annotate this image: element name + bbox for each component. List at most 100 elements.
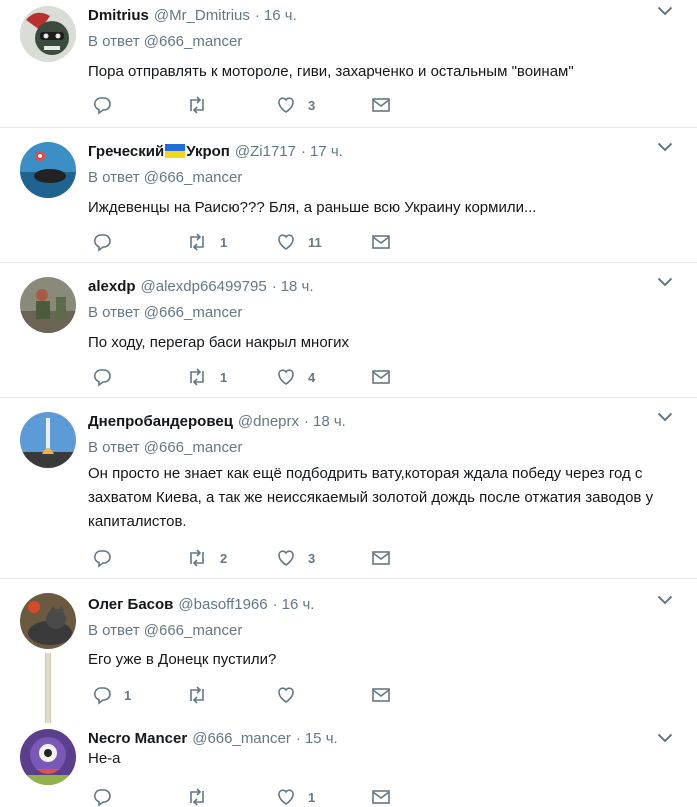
heart-icon: [278, 369, 294, 385]
reply-mention[interactable]: @666_mancer: [144, 33, 243, 50]
reply-button[interactable]: [92, 95, 124, 115]
like-button[interactable]: 3: [276, 548, 315, 568]
tweet[interactable]: Олег Басов @basoff1966 · 16 ч. В ответ @…: [0, 579, 697, 723]
chevron-down-icon[interactable]: [657, 6, 673, 16]
retweet-button[interactable]: 1: [186, 232, 227, 252]
timestamp[interactable]: 15 ч.: [305, 730, 338, 747]
avatar[interactable]: [20, 729, 76, 785]
user-handle[interactable]: @basoff1966: [178, 596, 267, 613]
tweet-text: Не-а: [88, 750, 121, 767]
reply-mention[interactable]: @666_mancer: [144, 622, 243, 639]
tweet[interactable]: Dmitrius @Mr_Dmitrius · 16 ч. В ответ @6…: [0, 0, 697, 127]
reply-icon: [93, 97, 111, 115]
retweet-button[interactable]: [186, 685, 220, 705]
retweet-count: 2: [220, 550, 228, 566]
reply-context: В ответ @666_mancer: [88, 439, 242, 456]
chevron-down-icon[interactable]: [657, 142, 673, 152]
avatar[interactable]: [20, 277, 76, 333]
tweet[interactable]: alexdp @alexdp66499795 · 18 ч. В ответ @…: [0, 263, 697, 397]
tweet-actions: 1 11: [88, 232, 408, 252]
user-handle[interactable]: @666_mancer: [192, 730, 291, 747]
user-handle[interactable]: @Mr_Dmitrius: [154, 7, 250, 24]
user-handle[interactable]: @dneprx: [238, 413, 299, 430]
like-button[interactable]: [276, 685, 308, 705]
retweet-icon: [190, 96, 204, 114]
avatar[interactable]: [20, 412, 76, 468]
direct-message-button[interactable]: [371, 232, 391, 252]
retweet-icon: [190, 788, 204, 806]
tweet-actions: 1: [88, 787, 408, 807]
like-button[interactable]: 3: [276, 95, 315, 115]
timestamp[interactable]: 16 ч.: [264, 7, 297, 24]
chevron-down-icon[interactable]: [657, 733, 673, 743]
user-name[interactable]: Necro Mancer: [88, 730, 187, 747]
tweet[interactable]: Греческий Укроп @Zi1717 · 17 ч. В ответ …: [0, 128, 697, 262]
tweet-actions: 1: [88, 685, 408, 705]
heart-icon: [278, 234, 294, 250]
chevron-down-icon[interactable]: [657, 277, 673, 287]
direct-message-button[interactable]: [371, 95, 391, 115]
thread-connector: [45, 653, 51, 723]
timestamp[interactable]: 16 ч.: [282, 596, 315, 613]
user-name[interactable]: Олег Басов: [88, 596, 173, 613]
user-name[interactable]: Днепробандеровец: [88, 413, 233, 430]
tweet-actions: 3: [88, 95, 408, 115]
user-handle[interactable]: @Zi1717: [235, 143, 296, 160]
like-button[interactable]: 11: [276, 232, 322, 252]
retweet-button[interactable]: [186, 95, 220, 115]
user-name[interactable]: Dmitrius: [88, 7, 149, 24]
retweet-count: 1: [220, 234, 228, 250]
avatar[interactable]: [20, 593, 76, 649]
user-name-suffix[interactable]: Укроп: [186, 143, 230, 160]
direct-message-button[interactable]: [371, 685, 391, 705]
envelope-icon: [372, 370, 390, 384]
timestamp[interactable]: 18 ч.: [313, 413, 346, 430]
tweet-text: Его уже в Донецк пустили?: [88, 651, 277, 668]
user-handle[interactable]: @alexdp66499795: [141, 278, 267, 295]
avatar[interactable]: [20, 142, 76, 198]
direct-message-button[interactable]: [371, 787, 391, 807]
reply-button[interactable]: [92, 367, 124, 387]
ukraine-flag-icon: [165, 144, 186, 158]
reply-mention[interactable]: @666_mancer: [144, 169, 243, 186]
reply-count: 1: [124, 687, 132, 703]
timestamp[interactable]: 17 ч.: [310, 143, 343, 160]
reply-button[interactable]: [92, 787, 124, 807]
reply-button[interactable]: [92, 548, 124, 568]
user-name[interactable]: Греческий: [88, 143, 164, 160]
direct-message-button[interactable]: [371, 367, 391, 387]
user-name[interactable]: alexdp: [88, 278, 136, 295]
like-count: 3: [308, 97, 316, 113]
reply-prefix: В ответ: [88, 304, 140, 321]
reply-button[interactable]: [92, 232, 124, 252]
reply-context: В ответ @666_mancer: [88, 33, 242, 50]
tweet-text: По ходу, перегар баси накрыл многих: [88, 334, 350, 351]
retweet-count: 1: [220, 369, 228, 385]
reply-prefix: В ответ: [88, 439, 140, 456]
reply-icon: [93, 550, 111, 568]
tweet-text: Иждевенцы на Раисю??? Бля, а раньше всю …: [88, 199, 537, 216]
reply-mention[interactable]: @666_mancer: [144, 304, 243, 321]
reply-icon: [93, 789, 111, 807]
reply-mention[interactable]: @666_mancer: [144, 439, 243, 456]
reply-context: В ответ @666_mancer: [88, 304, 242, 321]
retweet-icon: [190, 368, 204, 386]
tweet[interactable]: Necro Mancer @666_mancer · 15 ч. Не-а 1: [0, 719, 697, 807]
separator-dot: ·: [295, 729, 301, 747]
avatar[interactable]: [20, 6, 76, 62]
reply-context: В ответ @666_mancer: [88, 622, 242, 639]
tweet-text: Он просто не знает как ещё подбодрить ва…: [88, 465, 654, 530]
direct-message-button[interactable]: [371, 548, 391, 568]
reply-prefix: В ответ: [88, 169, 140, 186]
chevron-down-icon[interactable]: [657, 412, 673, 422]
heart-icon: [278, 687, 294, 703]
retweet-button[interactable]: 2: [186, 548, 227, 568]
like-button[interactable]: 4: [276, 367, 315, 387]
timestamp[interactable]: 18 ч.: [281, 278, 314, 295]
reply-button[interactable]: 1: [92, 685, 131, 705]
retweet-button[interactable]: [186, 787, 220, 807]
tweet[interactable]: Днепробандеровец @dneprx · 18 ч. В ответ…: [0, 398, 697, 578]
like-button[interactable]: 1: [276, 787, 315, 807]
retweet-button[interactable]: 1: [186, 367, 227, 387]
chevron-down-icon[interactable]: [657, 595, 673, 605]
